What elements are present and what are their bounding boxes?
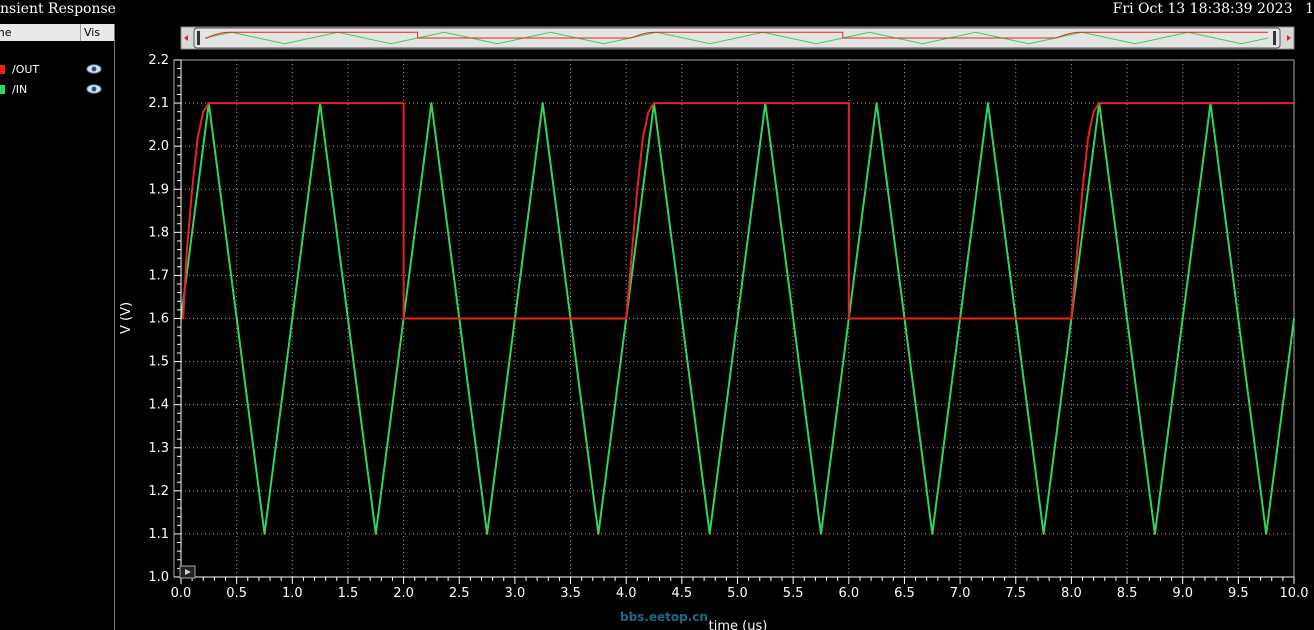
trace-layer xyxy=(180,102,1295,535)
y-tick-label: 2.2 xyxy=(148,53,169,68)
x-tick-label: 4.0 xyxy=(616,586,637,601)
y-tick-label: 1.1 xyxy=(148,527,169,542)
trace-in[interactable] xyxy=(180,102,1295,535)
right-grip-handle xyxy=(1273,31,1276,45)
x-tick-label: 2.0 xyxy=(393,586,414,601)
x-axis-ticks: 0.0 0.5 1.0 1.5 2.0 2.5 3.0 3.5 4.0 4.5 5.0 5.5 6.0 6… xyxy=(171,576,1309,601)
y-tick-label: 1.9 xyxy=(148,182,169,197)
x-tick-label: 9.0 xyxy=(1172,586,1193,601)
x-tick-label: 2.5 xyxy=(449,586,470,601)
x-tick-label: 1.5 xyxy=(338,586,359,601)
x-tick-label: 7.0 xyxy=(950,586,971,601)
y-tick-label: 1.8 xyxy=(148,225,169,240)
y-tick-label: 2.0 xyxy=(148,139,169,154)
x-tick-label: 7.5 xyxy=(1005,586,1026,601)
overview-scroller[interactable] xyxy=(180,26,1295,50)
x-axis-label: time (us) xyxy=(709,619,768,630)
y-axis-label: V (V) xyxy=(119,302,134,334)
y-tick-label: 1.5 xyxy=(148,355,169,370)
x-tick-label: 5.0 xyxy=(727,586,748,601)
left-grip-handle xyxy=(197,31,200,45)
y-tick-label: 1.7 xyxy=(148,268,169,283)
x-tick-label: 4.5 xyxy=(672,586,693,601)
y-tick-label: 1.6 xyxy=(148,312,169,327)
x-tick-label: 5.5 xyxy=(783,586,804,601)
watermark: bbs.eetop.cn xyxy=(620,610,708,624)
x-tick-label: 3.5 xyxy=(560,586,581,601)
y-axis-ticks: 1.0 1.1 1.2 1.3 1.4 1.5 1.6 1.7 1.8 1.9 2.0 2.1 2.2 xyxy=(148,53,182,585)
x-tick-label: 8.0 xyxy=(1061,586,1082,601)
y-tick-label: 1.3 xyxy=(148,441,169,456)
x-tick-label: 6.5 xyxy=(894,586,915,601)
x-tick-label: 0.0 xyxy=(171,586,192,601)
x-tick-label: 6.0 xyxy=(838,586,859,601)
x-tick-label: 9.5 xyxy=(1228,586,1249,601)
x-tick-label: 8.5 xyxy=(1117,586,1138,601)
y-tick-label: 1.0 xyxy=(148,570,169,585)
trace-out[interactable] xyxy=(181,102,1294,320)
x-tick-label: 3.0 xyxy=(505,586,526,601)
y-tick-label: 1.2 xyxy=(148,484,169,499)
y-tick-label: 1.4 xyxy=(148,398,169,413)
play-button[interactable] xyxy=(179,565,196,579)
x-tick-label: 0.5 xyxy=(226,586,247,601)
x-tick-label: 10.0 xyxy=(1280,586,1309,601)
waveform-plot[interactable]: 0.0 0.5 1.0 1.5 2.0 2.5 3.0 3.5 4.0 4.5 5.0 5.5 6.0 6… xyxy=(0,0,1314,630)
x-tick-label: 1.0 xyxy=(282,586,303,601)
y-tick-label: 2.1 xyxy=(148,96,169,111)
